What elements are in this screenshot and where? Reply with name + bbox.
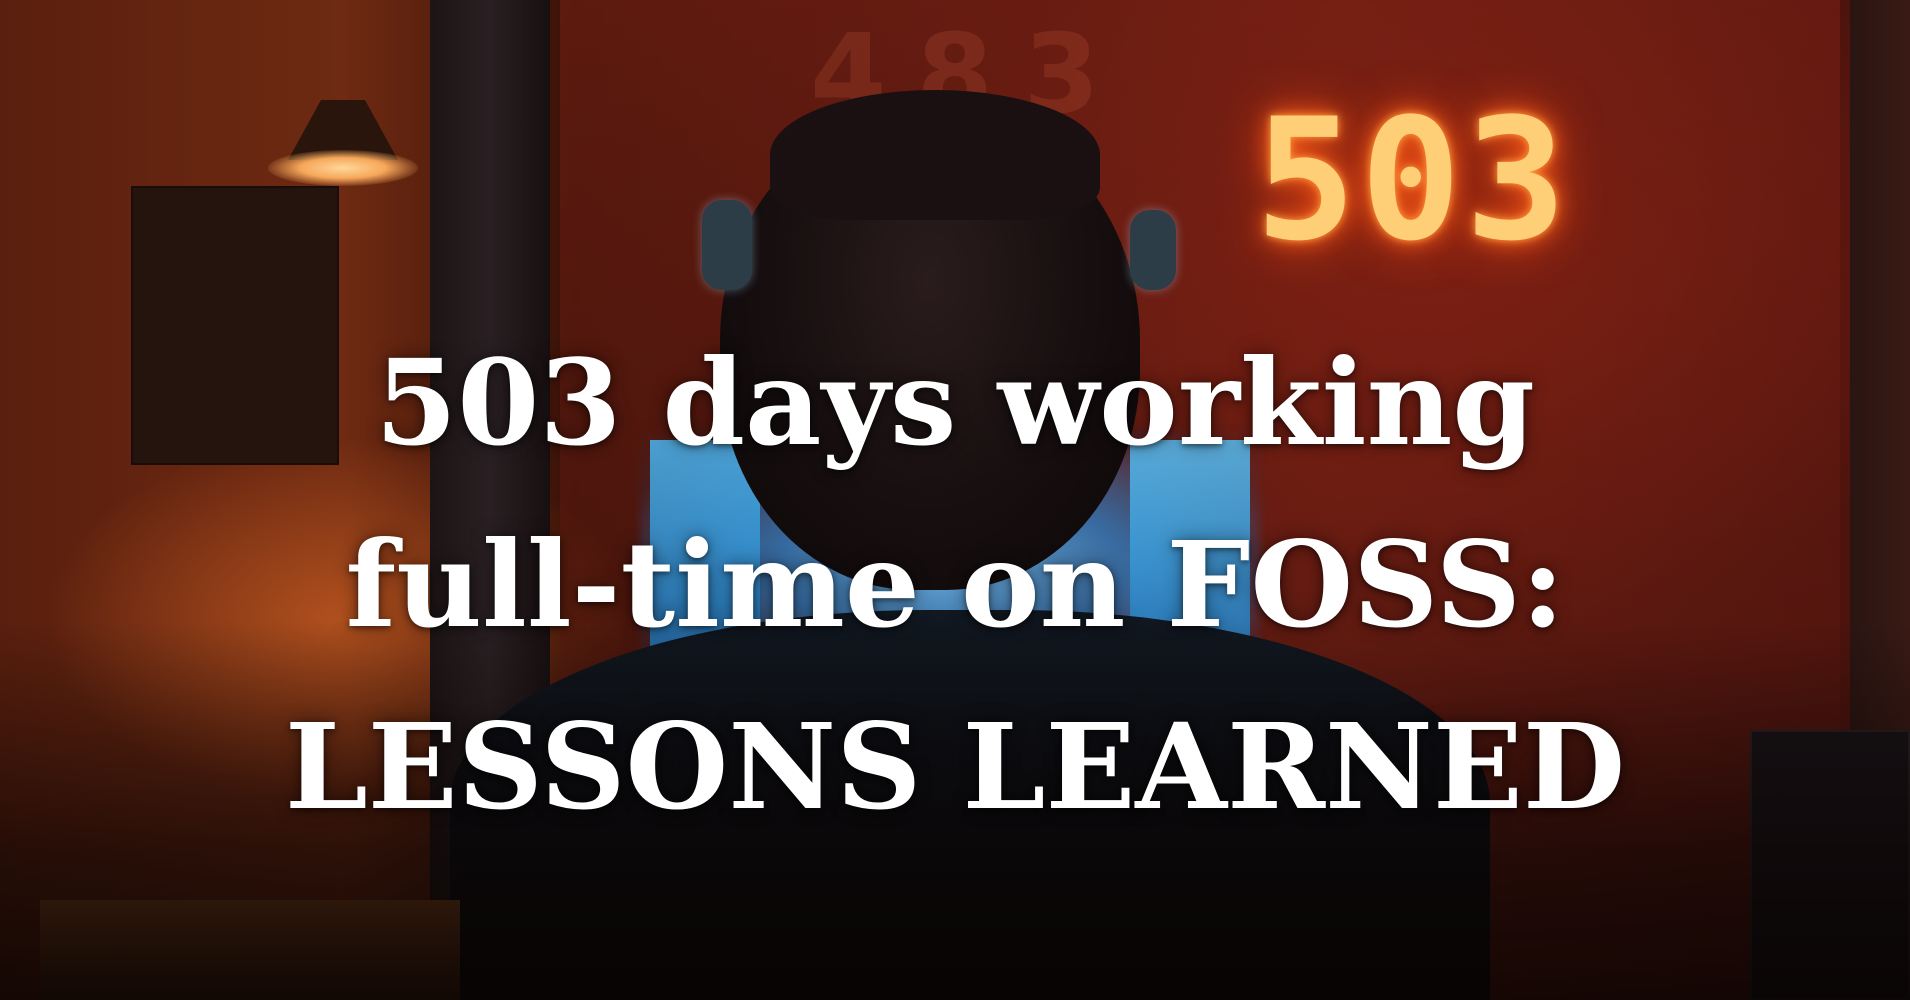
ceiling-lamp <box>268 70 418 190</box>
headline-line-1: 503 days working <box>375 333 1535 472</box>
header-image: 483 503 503 days working full-time on FO… <box>0 0 1910 1000</box>
headline-line-2: full-time on FOSS: <box>345 515 1565 654</box>
headline-line-3: LESSONS LEARNED <box>284 697 1626 836</box>
headline: 503 days working full-time on FOSS: LESS… <box>0 312 1910 858</box>
headphone-left-icon <box>702 200 752 290</box>
headphone-right-icon <box>1130 210 1176 290</box>
lamp-glow <box>268 150 418 186</box>
developer-hair <box>770 90 1100 220</box>
